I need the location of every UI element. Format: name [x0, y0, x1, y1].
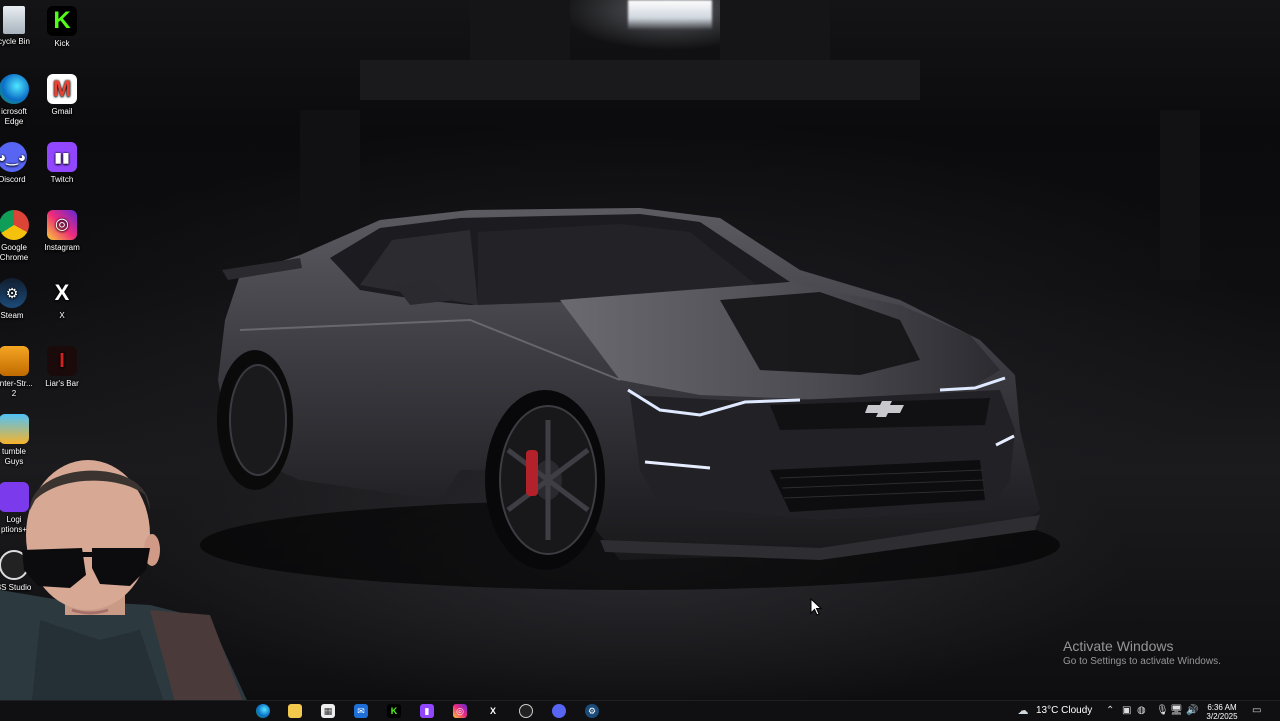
instagram-icon: ◎ — [47, 210, 77, 240]
recycle-bin-icon — [3, 6, 25, 34]
instagram-icon[interactable]: ◎ — [453, 704, 467, 718]
desktop-icon-kick[interactable]: K Kick — [30, 6, 94, 49]
chevron-up-icon[interactable]: ⌃ — [1106, 705, 1114, 717]
desktop-icon-label: Twitch — [50, 175, 74, 184]
twitch-icon[interactable]: ▮ — [420, 704, 434, 718]
tray-app-icon[interactable]: ▣ — [1122, 705, 1131, 717]
desktop-icon-label: icrosoft Edge — [1, 107, 27, 126]
activate-windows-watermark: Activate Windows Go to Settings to activ… — [1063, 638, 1221, 669]
steam-icon: ⚙ — [0, 278, 27, 308]
notifications-icon[interactable]: ▭ — [1252, 705, 1261, 717]
desktop-icon-label: X — [59, 311, 65, 320]
steam-icon[interactable]: ⚙ — [585, 704, 599, 718]
desktop-icon-x[interactable]: X X — [30, 278, 94, 321]
speaker-icon[interactable]: 🔊 — [1186, 705, 1198, 717]
streamer-webcam-image — [0, 460, 256, 720]
x-icon: X — [54, 280, 70, 305]
mouse-cursor-icon — [810, 598, 822, 616]
activate-windows-title: Activate Windows — [1063, 638, 1174, 654]
microsoft-store-icon[interactable]: ▦ — [321, 704, 335, 718]
desktop-icon-twitch[interactable]: ▮▮ Twitch — [30, 142, 94, 185]
kick-icon[interactable]: K — [387, 704, 401, 718]
desktop-icon-liars-bar[interactable]: I Liar's Bar — [30, 346, 94, 389]
network-icon[interactable]: 🖥 — [1170, 705, 1183, 717]
discord-icon[interactable] — [552, 704, 566, 718]
activate-windows-subtitle: Go to Settings to activate Windows. — [1063, 656, 1221, 667]
mail-icon[interactable]: ✉ — [354, 704, 368, 718]
liars-bar-icon: I — [47, 346, 77, 376]
desktop-icon-label: Instagram — [44, 243, 80, 252]
desktop-icon-label: Google Chrome — [0, 243, 29, 262]
clock-time: 6:36 AM — [1207, 703, 1237, 712]
webcam-overlay — [0, 440, 256, 720]
twitch-icon: ▮▮ — [47, 142, 77, 172]
chrome-icon — [0, 210, 29, 240]
discord-icon: ◕‿◕ — [0, 142, 27, 172]
kick-icon: K — [47, 6, 77, 36]
weather-cloudy-icon[interactable]: ☁ — [1016, 704, 1030, 718]
microphone-icon[interactable]: 🎙 — [1156, 705, 1169, 717]
desktop-icon-instagram[interactable]: ◎ Instagram — [30, 210, 94, 253]
counter-strike-icon — [0, 346, 29, 376]
desktop-icon-label: Kick — [54, 39, 70, 48]
obs-icon[interactable] — [519, 704, 533, 718]
desktop-icon-gmail[interactable]: M Gmail — [30, 74, 94, 117]
desktop-icon-label: Gmail — [51, 107, 73, 116]
weather-widget-text[interactable]: 13°C Cloudy — [1036, 705, 1092, 717]
taskbar: ▦ ✉ K ▮ ◎ X ⚙ ☁ 13°C Cloudy ⌃ ▣ ◍ 🎙 🖥 🔊 … — [0, 700, 1280, 721]
edge-icon[interactable] — [256, 704, 270, 718]
system-clock[interactable]: 6:36 AM 3/2/2025 — [1204, 703, 1240, 721]
gmail-icon: M — [47, 74, 77, 104]
tray-app-icon[interactable]: ◍ — [1137, 705, 1146, 717]
desktop-icon-label: Liar's Bar — [45, 379, 79, 388]
edge-icon — [0, 74, 29, 104]
file-explorer-icon[interactable] — [288, 704, 302, 718]
x-icon[interactable]: X — [486, 704, 500, 718]
